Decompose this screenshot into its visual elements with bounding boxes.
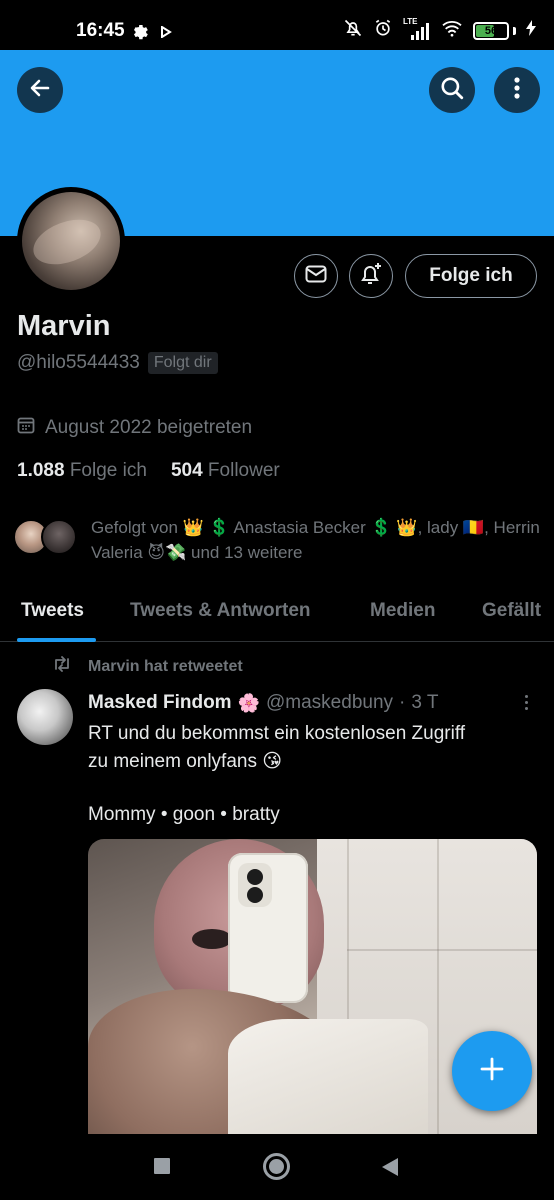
home-circle-icon[interactable] (263, 1153, 290, 1180)
back-arrow-icon (28, 76, 52, 105)
gear-icon (130, 22, 148, 45)
status-bar: 16:45 LTE 56 (0, 0, 554, 50)
tweet-time: 3 T (411, 692, 439, 713)
tab-media[interactable]: Medien (370, 600, 435, 622)
followed-by-avatars (13, 515, 81, 555)
following-label: Folge ich (69, 460, 147, 481)
profile-avatar[interactable] (17, 187, 125, 295)
following-stat[interactable]: 1.088 Folge ich (17, 460, 147, 482)
notifications-button[interactable] (349, 254, 393, 298)
joined-date: August 2022 beigetreten (17, 416, 252, 440)
calendar-icon (17, 416, 35, 440)
more-vertical-icon (514, 76, 520, 104)
play-icon (160, 25, 172, 43)
follow-button[interactable]: Folge ich (405, 254, 537, 298)
back-button[interactable] (17, 67, 63, 113)
avatar (41, 519, 77, 555)
more-dot (524, 694, 528, 698)
tweet-text-line: zu meinem onlyfans 😘 (88, 751, 283, 772)
following-count: 1.088 (17, 460, 65, 481)
tweet-author-name[interactable]: Masked Findom (88, 692, 232, 714)
bell-plus-icon (358, 261, 384, 292)
network-type: LTE (403, 16, 418, 26)
tweet-more-button[interactable] (516, 690, 536, 714)
tweet-header: Masked Findom 🌸 @maskedbuny · 3 T (88, 692, 508, 714)
retweet-indicator: Marvin hat retweetet (52, 656, 243, 677)
more-options-button[interactable] (494, 67, 540, 113)
battery-level: 56 (484, 24, 498, 37)
followers-count: 504 (170, 460, 203, 481)
bell-off-icon (343, 18, 363, 43)
battery-icon: 56 (473, 21, 516, 40)
active-tab-indicator (17, 638, 96, 642)
tweet-text-line: RT und du bekommst ein kostenlosen Zugri… (88, 723, 466, 744)
wifi-icon (441, 19, 463, 42)
more-dot (524, 706, 528, 710)
status-time: 16:45 (76, 20, 125, 41)
profile-tabs: Tweets Tweets & Antworten Medien Gefällt (0, 594, 554, 642)
status-icons: LTE 56 (343, 17, 536, 43)
tweet-separator: · (399, 692, 406, 713)
tweet-tags: Mommy • goon • bratty (88, 804, 280, 825)
handle-row: @hilo5544433 Folgt dir (17, 352, 218, 374)
alarm-icon (373, 18, 393, 43)
tab-tweets[interactable]: Tweets (21, 600, 84, 622)
profile-name: Marvin (17, 310, 111, 342)
search-button[interactable] (429, 67, 475, 113)
message-button[interactable] (294, 254, 338, 298)
joined-text: August 2022 beigetreten (45, 417, 253, 438)
signal-icon: LTE (403, 17, 431, 41)
profile-handle: @hilo5544433 (17, 352, 140, 373)
compose-tweet-button[interactable] (452, 1031, 532, 1111)
back-triangle-icon[interactable] (382, 1158, 398, 1176)
retweet-label: Marvin hat retweetet (88, 657, 243, 675)
more-dot (524, 700, 528, 704)
followed-by[interactable]: Gefolgt von 👑 💲 Anastasia Becker 💲 👑, la… (13, 515, 543, 565)
plus-icon (479, 1056, 505, 1087)
recents-square-icon[interactable] (154, 1158, 170, 1174)
search-icon (439, 75, 465, 106)
follows-you-badge: Folgt dir (147, 352, 218, 374)
tweet-text: RT und du bekommst ein kostenlosen Zugri… (88, 720, 538, 776)
retweet-icon (52, 656, 72, 677)
tab-tweets-replies[interactable]: Tweets & Antworten (130, 600, 311, 622)
mail-icon (305, 265, 327, 288)
tab-likes[interactable]: Gefällt (482, 600, 541, 622)
followed-by-text: Gefolgt von 👑 💲 Anastasia Becker 💲 👑, la… (91, 518, 540, 562)
tweet-author-avatar[interactable] (17, 689, 73, 745)
system-nav-bar (0, 1134, 554, 1200)
tweet-author-emoji: 🌸 (237, 692, 260, 713)
tweet-author-handle[interactable]: @maskedbuny (266, 692, 393, 714)
charging-icon (526, 20, 536, 41)
follow-stats: 1.088 Folge ich 504 Follower (17, 460, 280, 482)
followers-stat[interactable]: 504 Follower (171, 460, 280, 482)
followers-label: Follower (207, 460, 280, 481)
